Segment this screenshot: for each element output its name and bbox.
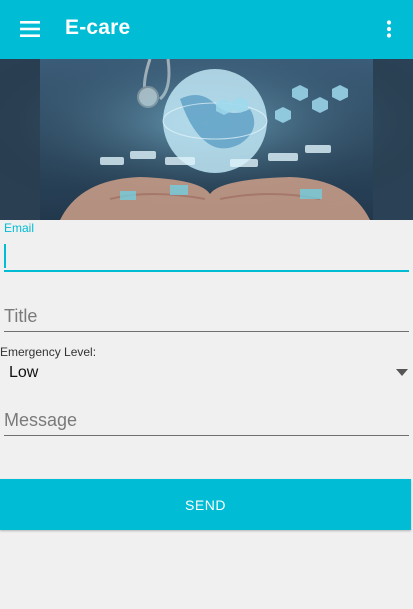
emergency-level-label: Emergency Level: — [0, 345, 97, 359]
hamburger-menu-icon — [20, 21, 40, 37]
title-underline — [4, 331, 409, 332]
title-placeholder: Title — [4, 306, 38, 326]
email-label: Email — [4, 221, 35, 235]
send-button[interactable]: SEND — [0, 479, 411, 530]
email-underline — [4, 270, 409, 272]
dropdown-arrow-icon — [396, 369, 408, 376]
email-field[interactable] — [0, 238, 413, 274]
message-placeholder: Message — [4, 410, 78, 430]
message-underline — [4, 435, 409, 436]
emergency-level-dropdown[interactable]: Low — [0, 360, 413, 388]
overflow-menu-button[interactable] — [369, 9, 409, 49]
hero-banner-image — [0, 59, 413, 220]
app-bar: E-care — [0, 0, 413, 59]
emergency-level-selected: Low — [9, 364, 39, 381]
menu-button[interactable] — [10, 9, 50, 49]
overflow-more-icon — [386, 20, 392, 38]
email-caret — [4, 244, 6, 268]
app-title: E-care — [65, 16, 131, 39]
send-button-label: SEND — [185, 496, 226, 513]
